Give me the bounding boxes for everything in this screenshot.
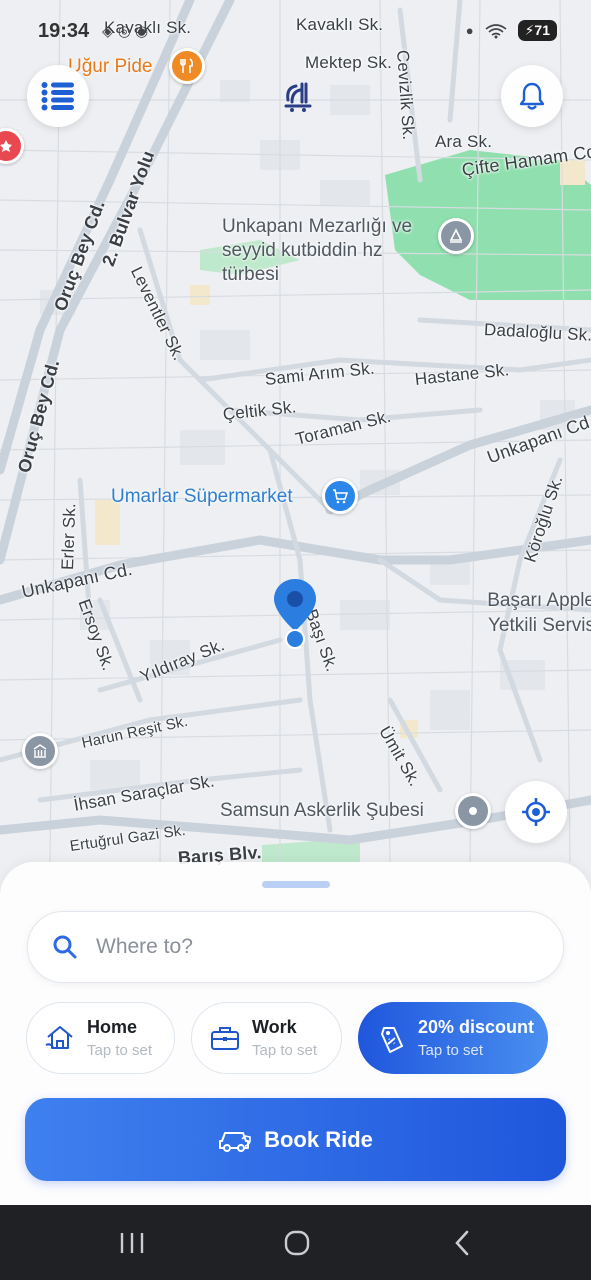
home-subtitle: Tap to set xyxy=(87,1042,153,1059)
discount-subtitle: Tap to set xyxy=(418,1042,484,1059)
status-time: 19:34 xyxy=(38,20,90,42)
work-title: Work xyxy=(252,1017,297,1037)
notifications-button[interactable] xyxy=(501,65,563,127)
street-label: Erler Sk. xyxy=(58,502,80,571)
recent-apps-button[interactable] xyxy=(112,1227,152,1259)
location-pin-icon xyxy=(272,577,318,654)
book-ride-label: Book Ride xyxy=(264,1126,373,1152)
location-status-icon: ● xyxy=(465,23,474,38)
museum-icon[interactable] xyxy=(22,733,58,769)
battery-level: 71 xyxy=(534,22,550,38)
search-icon xyxy=(53,935,77,959)
status-bar: 19:34 ◈ ◎ ◉ ● ⚡71 xyxy=(0,0,591,60)
discount-shortcut[interactable]: 20% discount Tap to set xyxy=(358,1002,548,1074)
menu-button[interactable] xyxy=(27,65,89,127)
back-icon xyxy=(455,1230,469,1256)
map-logo-icon xyxy=(282,80,314,119)
notification-icons: ◈ ◎ ◉ xyxy=(102,22,148,40)
bottom-sheet: Home Tap to set Work Tap to set 20% disc… xyxy=(0,862,591,1205)
poi-label: Başarı Apple Yetkili Servis xyxy=(487,590,591,636)
wifi-icon xyxy=(485,23,507,38)
app-notification-icon: ◈ ◎ ◉ xyxy=(102,23,149,40)
work-shortcut[interactable]: Work Tap to set xyxy=(191,1002,342,1074)
briefcase-icon xyxy=(211,1027,239,1050)
drag-handle[interactable] xyxy=(262,881,330,888)
discount-tag-icon xyxy=(381,1027,403,1053)
battery-indicator: ⚡71 xyxy=(517,20,557,41)
system-nav-bar xyxy=(0,1205,591,1280)
bell-icon xyxy=(519,82,545,110)
poi-label: Unkapanı Mezarlığı ve seyyid kutbiddin h… xyxy=(222,216,413,285)
system-status: ● ⚡71 xyxy=(466,20,557,41)
location-poi-icon[interactable] xyxy=(455,793,491,829)
discount-title: 20% discount xyxy=(418,1017,535,1037)
street-label: Ara Sk. xyxy=(435,132,493,151)
poi-label: Umarlar Süpermarket xyxy=(111,486,293,507)
my-location-button[interactable] xyxy=(505,781,567,843)
book-ride-button[interactable]: Book Ride xyxy=(25,1098,566,1181)
home-title: Home xyxy=(87,1017,138,1037)
search-bar[interactable] xyxy=(27,911,564,983)
poi-label: Samsun Askerlik Şubesi xyxy=(220,800,424,821)
car-icon xyxy=(219,1131,251,1152)
home-button[interactable] xyxy=(277,1227,317,1259)
crosshair-icon xyxy=(522,798,550,826)
home-circle-icon xyxy=(284,1230,310,1256)
back-button[interactable] xyxy=(442,1227,482,1259)
destination-input[interactable] xyxy=(94,934,518,960)
home-icon xyxy=(45,1026,73,1049)
recents-icon xyxy=(120,1233,144,1253)
home-shortcut[interactable]: Home Tap to set xyxy=(26,1002,175,1074)
shopping-cart-icon[interactable] xyxy=(322,478,358,514)
landmark-icon[interactable] xyxy=(438,218,474,254)
menu-icon xyxy=(41,82,74,111)
work-subtitle: Tap to set xyxy=(252,1042,318,1059)
